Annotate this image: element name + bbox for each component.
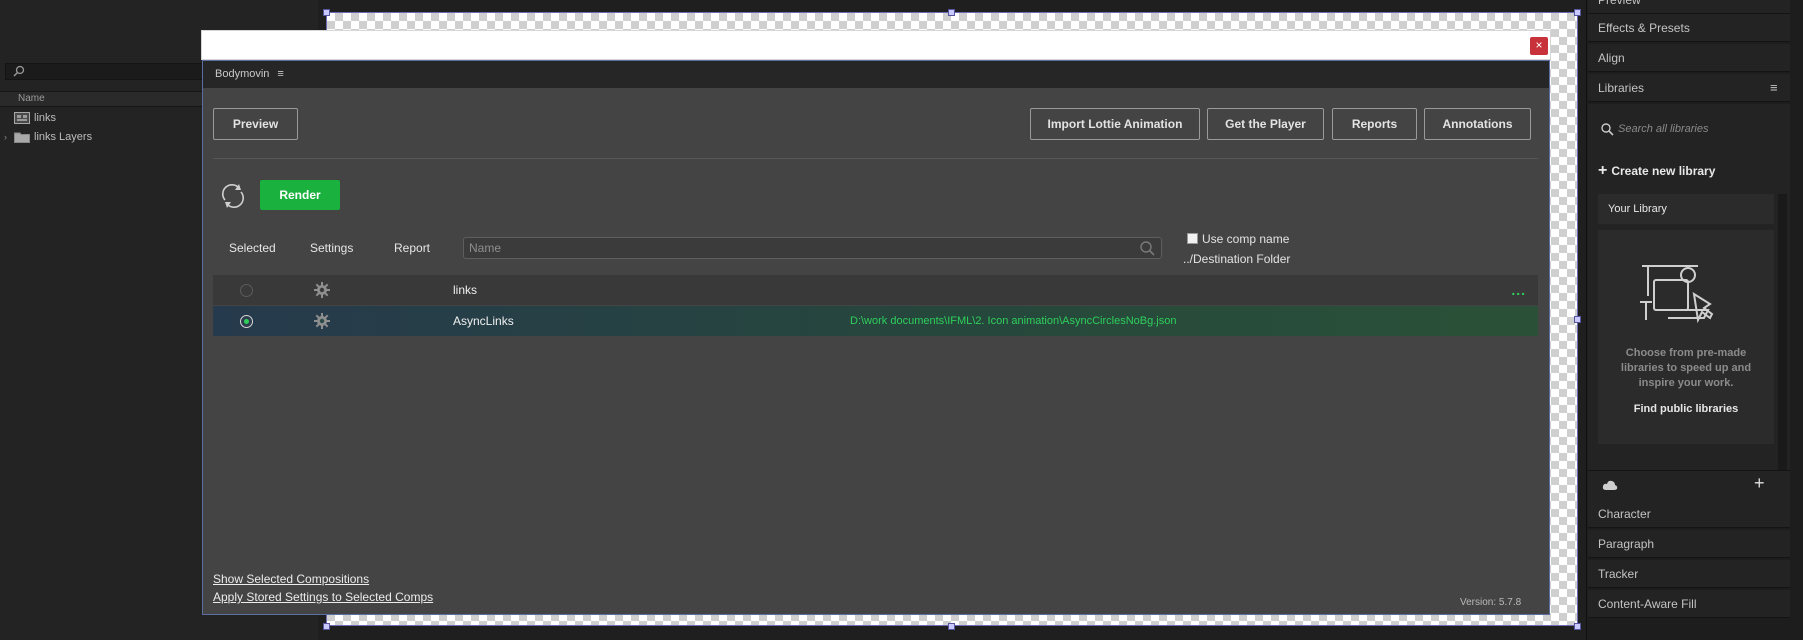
project-item-label: links Layers	[34, 131, 93, 143]
composition-row-selected[interactable]: AsyncLinks D:\work documents\IFML\2. Ico…	[213, 306, 1538, 336]
show-selected-link[interactable]: Show Selected Compositions	[213, 571, 369, 587]
panel-tab-preview[interactable]: Preview	[1588, 0, 1790, 14]
bounding-handle[interactable]	[948, 9, 955, 16]
dialog-header: Bodymovin ≡	[203, 61, 1549, 88]
plus-icon: +	[1598, 162, 1608, 179]
libraries-scrollbar[interactable]	[1778, 194, 1787, 470]
get-player-button[interactable]: Get the Player	[1207, 108, 1324, 140]
import-lottie-button[interactable]: Import Lottie Animation	[1030, 108, 1200, 140]
folder-icon	[14, 132, 30, 143]
bounding-handle[interactable]	[1574, 9, 1581, 16]
select-radio[interactable]	[240, 315, 253, 328]
apply-stored-settings-link[interactable]: Apply Stored Settings to Selected Comps	[213, 589, 433, 605]
find-public-libraries-link[interactable]: Find public libraries	[1598, 403, 1774, 415]
bodymovin-dialog	[202, 60, 1550, 615]
library-card-description: Choose from pre-made libraries to speed …	[1620, 347, 1752, 389]
panel-tab-content-aware-fill[interactable]: Content-Aware Fill	[1588, 590, 1790, 618]
annotations-button[interactable]: Annotations	[1424, 108, 1531, 140]
destination-folder-link[interactable]: ../Destination Folder	[1183, 252, 1290, 266]
add-library-item-icon[interactable]: +	[1754, 474, 1765, 492]
use-comp-name-checkbox[interactable]: Use comp name	[1187, 232, 1289, 246]
gear-icon[interactable]	[314, 282, 330, 298]
project-search-input[interactable]	[5, 63, 205, 80]
create-library-button[interactable]: + Create new library	[1598, 160, 1715, 182]
dialog-title-bar[interactable]	[201, 30, 1551, 60]
column-header-selected: Selected	[229, 241, 276, 255]
close-button[interactable]: ×	[1530, 37, 1548, 55]
panel-tab-paragraph[interactable]: Paragraph	[1588, 530, 1790, 558]
bounding-handle[interactable]	[948, 623, 955, 630]
checkbox-box[interactable]	[1187, 233, 1198, 244]
expand-arrow-icon[interactable]: ›	[4, 132, 7, 142]
panel-tab-effects-presets[interactable]: Effects & Presets	[1588, 14, 1790, 42]
section-divider	[213, 158, 1538, 159]
more-options-icon[interactable]: ...	[1511, 283, 1526, 297]
create-library-label: Create new library	[1611, 164, 1716, 178]
panel-tab-align[interactable]: Align	[1588, 44, 1790, 72]
version-label: Version: 5.7.8	[1460, 597, 1522, 608]
destination-path[interactable]: D:\work documents\IFML\2. Icon animation…	[850, 306, 1176, 336]
name-filter-input[interactable]: Name	[463, 237, 1162, 259]
select-radio[interactable]	[240, 284, 253, 297]
panel-tab-libraries[interactable]: Libraries	[1588, 74, 1790, 102]
composition-icon	[14, 112, 30, 124]
dialog-title: Bodymovin	[215, 68, 270, 80]
library-illustration-icon	[1640, 265, 1714, 324]
composition-name: AsyncLinks	[453, 314, 514, 328]
bounding-handle[interactable]	[1574, 316, 1581, 323]
cloud-icon[interactable]	[1602, 479, 1618, 491]
bounding-handle[interactable]	[1574, 623, 1581, 630]
bounding-handle[interactable]	[323, 9, 330, 16]
search-icon	[1140, 241, 1155, 256]
panel-menu-icon[interactable]: ≡	[1770, 80, 1778, 95]
panel-tab-character[interactable]: Character	[1588, 500, 1790, 528]
render-button[interactable]: Render	[260, 180, 340, 210]
bounding-handle[interactable]	[323, 623, 330, 630]
hamburger-icon[interactable]: ≡	[277, 68, 283, 80]
libraries-search-input[interactable]: Search all libraries	[1592, 114, 1778, 144]
reports-button[interactable]: Reports	[1332, 108, 1417, 140]
column-header-report: Report	[394, 241, 431, 255]
your-library-item[interactable]: Your Library	[1598, 194, 1774, 224]
column-header-settings: Settings	[310, 241, 354, 255]
composition-name: links	[453, 283, 478, 297]
composition-row[interactable]: links ...	[213, 275, 1538, 305]
panel-tab-tracker[interactable]: Tracker	[1588, 560, 1790, 588]
name-filter-placeholder: Name	[469, 241, 502, 255]
preview-button[interactable]: Preview	[213, 108, 298, 140]
search-icon	[1601, 123, 1614, 136]
refresh-icon[interactable]	[219, 182, 247, 210]
project-item-label: links	[34, 112, 57, 124]
gear-icon[interactable]	[314, 313, 330, 329]
search-icon	[13, 65, 25, 77]
use-comp-name-label: Use comp name	[1202, 232, 1290, 246]
